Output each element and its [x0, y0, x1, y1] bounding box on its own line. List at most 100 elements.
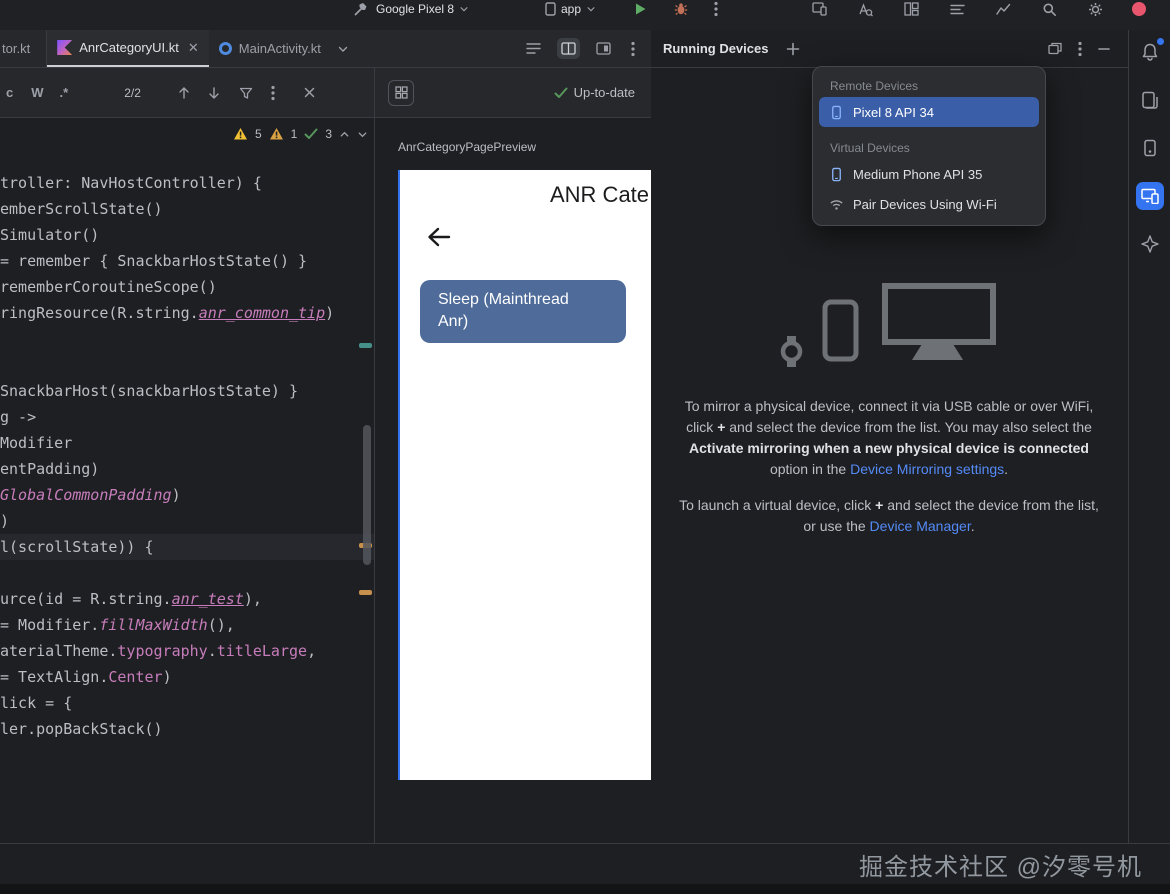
editor-tab-bar: tor.kt AnrCategoryUI.kt ✕ MainActivity.k…	[0, 30, 651, 68]
chevron-up-icon[interactable]	[339, 129, 350, 140]
device-item[interactable]: Pixel 8 API 34	[819, 97, 1039, 127]
find-toolbar: c W .* 2/2	[0, 68, 375, 118]
code-line[interactable]: = Modifier.fillMaxWidth(),	[0, 612, 374, 638]
help-text: option in the	[770, 461, 850, 477]
settings-gear-icon[interactable]	[1088, 1, 1103, 17]
notifications-bell-icon[interactable]	[1136, 38, 1164, 66]
tab-mainactivity[interactable]: MainActivity.kt	[209, 30, 331, 67]
code-line[interactable]: Modifier	[0, 430, 374, 456]
preview-canvas[interactable]: ANR Cate Sleep (Mainthread Anr)	[398, 170, 651, 780]
device-picker-popup: Remote DevicesPixel 8 API 34Virtual Devi…	[812, 66, 1046, 226]
more-options-icon[interactable]	[627, 37, 639, 61]
running-devices-icon[interactable]	[1136, 182, 1164, 210]
code-line[interactable]: urce(id = R.string.anr_test),	[0, 586, 374, 612]
build-hammer-icon[interactable]	[354, 1, 368, 17]
device-item[interactable]: Pair Devices Using Wi-Fi	[819, 189, 1039, 219]
device-selector-label: Google Pixel 8	[376, 2, 454, 16]
code-line[interactable]	[0, 560, 374, 586]
run-configuration[interactable]: app	[545, 1, 596, 17]
user-avatar[interactable]	[1132, 1, 1146, 17]
panel-options-icon[interactable]	[1078, 41, 1082, 57]
code-line[interactable]	[0, 352, 374, 378]
code-line[interactable]: ler.popBackStack()	[0, 716, 374, 742]
search-everywhere-icon[interactable]	[1042, 1, 1057, 17]
code-line[interactable]: troller: NavHostController) {	[0, 170, 374, 196]
code-line[interactable]: rememberCoroutineScope()	[0, 274, 374, 300]
close-search-icon[interactable]	[303, 86, 316, 99]
code-lines[interactable]: troller: NavHostController) {emberScroll…	[0, 170, 374, 742]
next-match-icon[interactable]	[207, 86, 221, 100]
run-config-label: app	[561, 2, 581, 16]
tab-label: tor.kt	[2, 41, 30, 56]
code-line[interactable]: g ->	[0, 404, 374, 430]
popup-section-header: Remote Devices	[818, 73, 1040, 97]
check-icon	[554, 87, 568, 99]
whole-words-toggle[interactable]: W	[31, 85, 43, 100]
code-line[interactable]: GlobalCommonPadding)	[0, 482, 374, 508]
bottom-edge-strip	[0, 884, 1170, 894]
editor-view-modes	[522, 30, 651, 67]
find-in-files-icon[interactable]	[858, 1, 873, 17]
device-mirror-icon[interactable]	[812, 1, 827, 17]
logcat-icon[interactable]	[950, 1, 965, 17]
code-line[interactable]: SnackbarHost(snackbarHostState) }	[0, 378, 374, 404]
device-explorer-icon[interactable]	[1136, 86, 1164, 114]
tab-overflow-left[interactable]: tor.kt	[0, 30, 47, 67]
match-case-toggle[interactable]: c	[6, 85, 13, 100]
profiler-icon[interactable]	[996, 1, 1011, 17]
code-line[interactable]	[0, 326, 374, 352]
preview-toolbar: Up-to-date	[375, 68, 651, 118]
design-view-icon[interactable]	[592, 38, 615, 59]
tab-label: AnrCategoryUI.kt	[79, 40, 179, 55]
code-line[interactable]: Simulator()	[0, 222, 374, 248]
device-selector[interactable]: Google Pixel 8	[376, 1, 469, 17]
close-tab-icon[interactable]: ✕	[188, 40, 199, 56]
chevron-down-icon[interactable]	[357, 129, 368, 140]
preview-grid-icon[interactable]	[388, 80, 414, 106]
code-line[interactable]: = remember { SnackbarHostState() }	[0, 248, 374, 274]
split-view-icon[interactable]	[557, 38, 580, 59]
code-line[interactable]: emberScrollState()	[0, 196, 374, 222]
code-line[interactable]: entPadding)	[0, 456, 374, 482]
build-status-label: Up-to-date	[574, 85, 635, 100]
device-manager-icon[interactable]	[1136, 134, 1164, 162]
float-window-icon[interactable]	[1048, 42, 1062, 55]
add-device-button[interactable]	[786, 42, 800, 56]
editor-scrollbar[interactable]	[363, 425, 371, 565]
regex-toggle[interactable]: .*	[60, 85, 69, 100]
code-line[interactable]: aterialTheme.typography.titleLarge,	[0, 638, 374, 664]
help-link[interactable]: Device Mirroring settings	[850, 461, 1004, 477]
layout-inspector-icon[interactable]	[904, 1, 919, 17]
stripe-mark-orange	[359, 590, 372, 595]
code-view-icon[interactable]	[522, 38, 545, 59]
code-line[interactable]: l(scrollState)) {	[0, 534, 374, 560]
code-line[interactable]: = TextAlign.Center)	[0, 664, 374, 690]
help-link[interactable]: Device Manager	[870, 518, 971, 534]
help-text: Activate mirroring when a new physical d…	[689, 440, 1089, 456]
tab-label: MainActivity.kt	[239, 41, 321, 56]
back-arrow-icon[interactable]	[426, 226, 452, 248]
module-phone-icon	[545, 2, 556, 16]
preview-component-name[interactable]: AnrCategoryPagePreview	[398, 140, 536, 154]
device-item[interactable]: Medium Phone API 35	[819, 159, 1039, 189]
help-text: To launch a virtual device, click	[679, 497, 875, 513]
hidden-tabs-dropdown[interactable]	[331, 30, 355, 67]
code-editor[interactable]: 5 1 3 troller: NavHostController) {ember…	[0, 118, 375, 843]
code-line[interactable]: lick = {	[0, 690, 374, 716]
inspections-widget[interactable]: 5 1 3	[233, 127, 368, 141]
search-options-icon[interactable]	[271, 85, 275, 101]
debug-button[interactable]	[674, 1, 688, 17]
ai-assistant-icon[interactable]	[1136, 230, 1164, 258]
filter-icon[interactable]	[239, 86, 253, 100]
hide-panel-icon[interactable]	[1098, 47, 1110, 51]
code-line[interactable]: )	[0, 508, 374, 534]
previous-match-icon[interactable]	[177, 86, 191, 100]
check-icon	[304, 128, 318, 140]
tab-anrcategoryui[interactable]: AnrCategoryUI.kt ✕	[47, 30, 209, 67]
build-status: Up-to-date	[554, 85, 635, 100]
code-line[interactable]: ringResource(R.string.anr_common_tip)	[0, 300, 374, 326]
run-button[interactable]	[634, 1, 647, 17]
chevron-down-icon	[459, 4, 469, 14]
more-actions-icon[interactable]	[714, 1, 718, 17]
sleep-anr-button[interactable]: Sleep (Mainthread Anr)	[420, 280, 626, 343]
